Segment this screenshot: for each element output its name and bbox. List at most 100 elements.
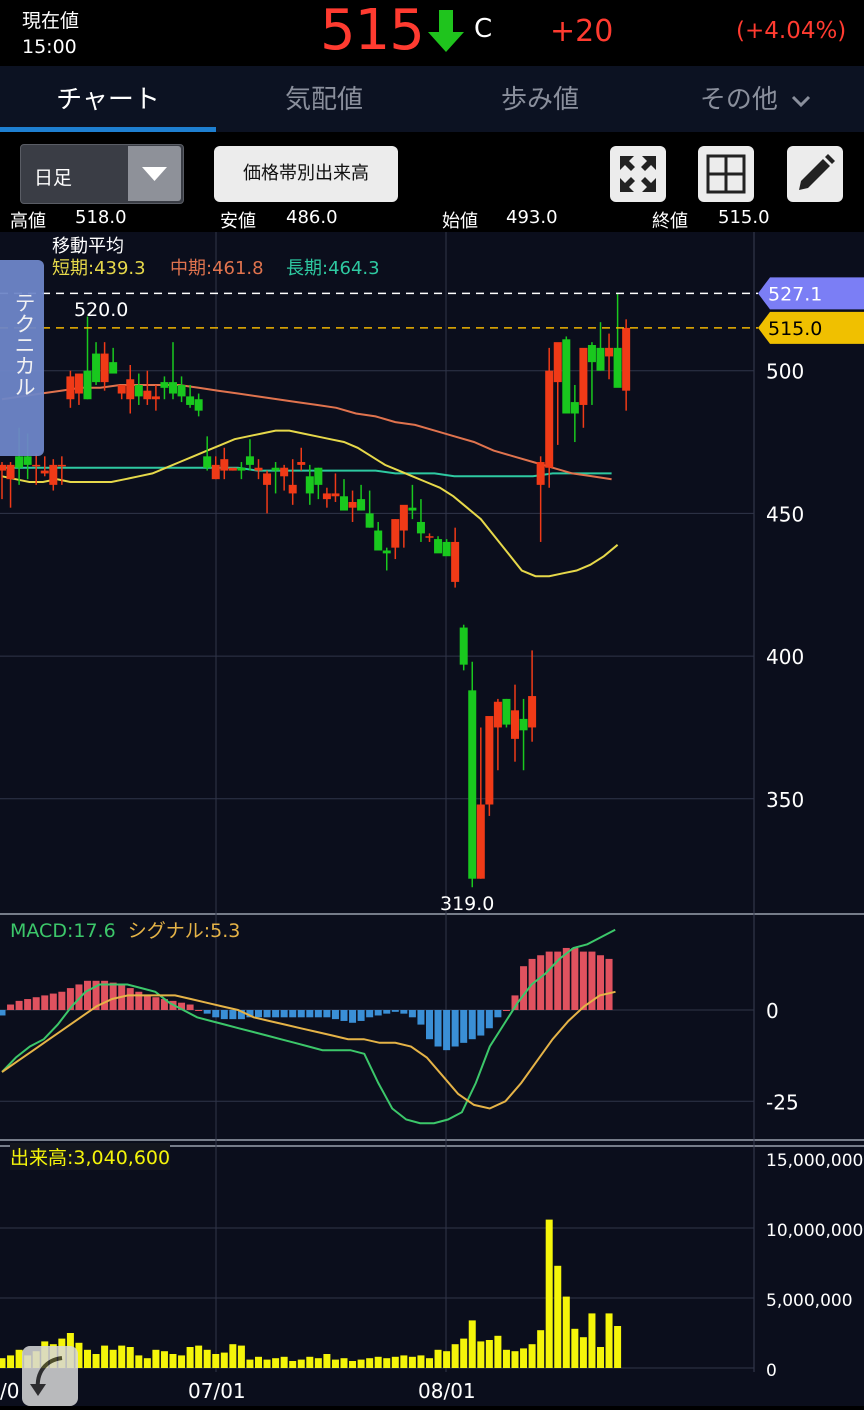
volume-bar [571,1328,579,1368]
volume-bar [434,1349,442,1368]
technical-side-tab[interactable]: テクニカル [0,260,44,456]
ma-legend-long: 長期:464.3 [286,258,380,279]
draw-button[interactable] [787,146,843,202]
period-value: 日足 [34,167,73,189]
candle-body [32,464,41,467]
volume-bar [331,1359,339,1368]
macd-histogram-bar [212,1010,220,1018]
macd-histogram-bar [468,1010,476,1040]
close-flag: C [474,14,493,44]
volume-bar [220,1352,228,1368]
macd-histogram-bar [152,997,160,1010]
candle-body [305,476,314,494]
macd-histogram-bar [229,1010,237,1020]
volume-bar [280,1356,288,1368]
volume-bar [460,1338,468,1368]
volume-bar [118,1345,126,1368]
volume-bar [579,1337,587,1368]
candle-body [545,370,554,468]
macd-histogram-bar [349,1010,357,1023]
macd-histogram-bar [203,1010,211,1014]
chart-canvas[interactable]: 500 450 400 350 0 -25 15,000,000 10,000,000 5,00… [0,232,864,1406]
macd-histogram-bar [255,1010,262,1018]
candle-body [622,327,631,391]
candle-body [49,464,58,485]
macd-histogram-bar [366,1010,374,1018]
scroll-handle[interactable] [22,1346,78,1406]
candle-body [203,456,212,468]
volume-bar [374,1356,382,1368]
pencil-icon [799,154,835,190]
tab-quotes[interactable]: 気配値 [216,66,432,132]
candle-body [476,804,485,879]
candle-body [100,353,109,383]
macd-histogram-bar [537,955,545,1010]
candle-body [502,698,511,725]
volume-axis-label: 10,000,000 [766,1221,863,1241]
volume-bar [426,1358,433,1368]
candle-body [280,467,289,477]
candle-body [511,710,519,739]
volume-bar [229,1344,237,1368]
tab-more[interactable]: その他 [648,66,864,132]
macd-histogram-bar [443,1010,451,1051]
candle-body [109,362,118,374]
tab-ticks[interactable]: 歩み値 [432,66,648,132]
macd-histogram-bar [451,1010,459,1047]
candle-body [23,456,32,465]
candle-body [254,467,263,471]
volume-bar [357,1359,365,1368]
macd-histogram-bar [0,1010,6,1016]
down-arrow-icon [424,8,468,58]
volume-bar [195,1345,203,1368]
macd-histogram-bar [58,991,66,1010]
tab-chart[interactable]: チャート [0,66,216,132]
volume-legend: 出来高:3,040,600 [10,1143,171,1170]
volume-axis-label: 5,000,000 [766,1291,853,1311]
macd-histogram-bar [605,958,613,1010]
layout-button[interactable] [698,146,754,202]
macd-histogram-bar [7,1004,15,1010]
candle-body [314,467,323,485]
macd-histogram-bar [520,966,528,1010]
volume-bar [203,1349,211,1368]
candle-body [271,467,280,471]
price-axis-label: 350 [766,788,804,812]
macd-histogram-bar [306,1010,314,1018]
macd-histogram-bar [220,1010,228,1020]
low-label: 安値 [220,211,256,232]
volume-bar [186,1347,194,1368]
macd-histogram-bar [186,1004,194,1010]
price-tag-label: 527.1 [768,283,822,305]
price-change: +20 [550,14,614,49]
macd-histogram-bar [477,1010,485,1036]
chart-area[interactable]: 500 450 400 350 0 -25 15,000,000 10,000,000 5,00… [0,232,864,1406]
volume-bar [511,1351,519,1368]
dropdown-arrow-icon[interactable] [128,146,181,201]
volume-bar [502,1349,510,1368]
candle-body [134,384,143,397]
volume-bar [494,1335,502,1368]
macd-histogram-bar [297,1010,305,1018]
candle-body [408,507,417,511]
candle-body [83,370,92,400]
macd-histogram-bar [109,982,117,1010]
volume-bar [126,1347,134,1368]
macd-histogram-bar [340,1010,348,1021]
macd-histogram-bar [545,951,553,1010]
macd-histogram-bar [374,1010,382,1016]
candle-body [357,499,366,511]
fullscreen-button[interactable] [610,146,666,202]
macd-histogram-bar [280,1010,288,1018]
candle-body [245,456,254,465]
candle-body [288,484,297,494]
volume-profile-button[interactable]: 価格帯別出来高 [214,146,398,202]
high-label: 高値 [10,211,46,232]
ma-legend-mid: 中期:461.8 [170,258,264,279]
volume-bar [323,1354,331,1368]
date-axis-label: 07/01 [188,1379,246,1403]
price-axis-label: 400 [766,645,804,669]
candle-body [297,462,306,465]
candle-body [528,696,537,728]
macd-histogram-bar [331,1010,339,1020]
